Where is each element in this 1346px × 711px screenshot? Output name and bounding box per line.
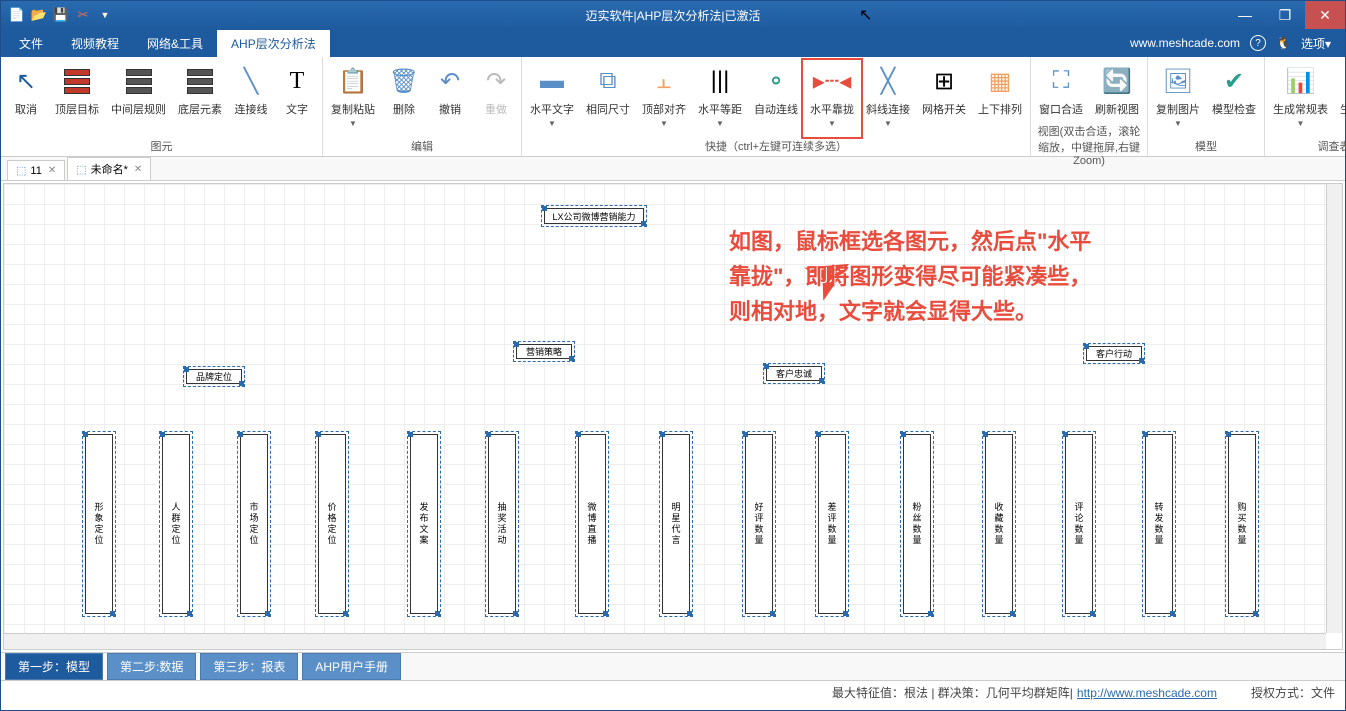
- copy-image-button[interactable]: 🖼复制图片▼: [1150, 61, 1206, 136]
- same-size-button[interactable]: ⧉相同尺寸: [580, 61, 636, 136]
- status-auth: 授权方式：文件: [1251, 684, 1335, 701]
- annotation-line-2: 靠拢"，即将图形变得尽可能紧凑些，: [729, 259, 1091, 291]
- bot-layer-button[interactable]: 底层元素: [172, 61, 228, 136]
- icon-open[interactable]: 📂: [31, 7, 47, 23]
- leaf-node[interactable]: 形象定位: [85, 434, 113, 614]
- close-button[interactable]: ✕: [1305, 1, 1345, 29]
- leaf-node[interactable]: 收藏数量: [985, 434, 1013, 614]
- node-l2b[interactable]: 营销策略: [516, 344, 572, 359]
- node-root[interactable]: LX公司微博营销能力: [544, 208, 644, 224]
- leaf-node[interactable]: 价格定位: [318, 434, 346, 614]
- group-label: 快捷（ctrl+左键可连续多选）: [524, 136, 1028, 156]
- group-label: 图元: [3, 136, 320, 156]
- connector-lines: [4, 184, 304, 334]
- tab-step1[interactable]: 第一步：模型: [5, 653, 103, 680]
- auto-connect-button[interactable]: ⚬自动连线: [748, 61, 804, 136]
- horizontal-scrollbar[interactable]: [4, 633, 1326, 649]
- maximize-button[interactable]: ❐: [1265, 1, 1305, 29]
- node-l2d[interactable]: 客户行动: [1086, 346, 1142, 361]
- leaf-node[interactable]: 人群定位: [162, 434, 190, 614]
- close-icon[interactable]: ✕: [134, 164, 142, 175]
- window-title: 迈实软件|AHP层次分析法|已激活: [586, 7, 761, 24]
- status-url[interactable]: http://www.meshcade.com: [1077, 686, 1217, 700]
- close-icon[interactable]: ✕: [48, 165, 56, 176]
- canvas-area: LX公司微博营销能力 品牌定位 营销策略 客户忠诚 客户行动 形象定位 人群定位 市…: [3, 183, 1343, 650]
- website-link[interactable]: www.meshcade.com: [1130, 36, 1240, 50]
- penguin-icon[interactable]: 🐧: [1276, 36, 1291, 50]
- cube-icon: ⬚: [76, 163, 86, 176]
- leaf-node[interactable]: 购买数量: [1228, 434, 1256, 614]
- leaf-node[interactable]: 发布文案: [410, 434, 438, 614]
- leaf-node[interactable]: 微博直播: [578, 434, 606, 614]
- tab-step3[interactable]: 第三步：报表: [200, 653, 298, 680]
- connector-button[interactable]: ╲连接线: [228, 61, 274, 136]
- leaf-node[interactable]: 市场定位: [240, 434, 268, 614]
- help-icon[interactable]: ?: [1250, 35, 1266, 51]
- titlebar: 📄 📂 💾 ✂ ▼ 迈实软件|AHP层次分析法|已激活 ↖ — ❐ ✕: [1, 1, 1345, 29]
- ribbon: ↖取消 顶层目标 中间层规则 底层元素 ╲连接线 T文字 图元 📋复制粘贴▼ 🗑…: [1, 57, 1345, 157]
- group-label: 调查表: [1267, 136, 1346, 156]
- node-l2c[interactable]: 客户忠诚: [766, 366, 822, 381]
- node-l2a[interactable]: 品牌定位: [186, 369, 242, 384]
- menu-file[interactable]: 文件: [5, 30, 57, 57]
- menu-video[interactable]: 视频教程: [57, 30, 133, 57]
- top-align-button[interactable]: ⫠顶部对齐▼: [636, 61, 692, 136]
- options-button[interactable]: 选项▾: [1301, 35, 1331, 52]
- cancel-button[interactable]: ↖取消: [3, 61, 49, 136]
- heq-button[interactable]: |||水平等距▼: [692, 61, 748, 136]
- diagonal-button[interactable]: ╳斜线连接▼: [860, 61, 916, 136]
- leaf-node[interactable]: 好评数量: [745, 434, 773, 614]
- minimize-button[interactable]: —: [1225, 1, 1265, 29]
- gen-web-button[interactable]: 🌐生成网调表▼: [1334, 61, 1346, 136]
- doc-tab-1[interactable]: ⬚11✕: [7, 160, 65, 180]
- dropdown-icon[interactable]: ▼: [97, 7, 113, 23]
- leaf-node[interactable]: 明星代言: [662, 434, 690, 614]
- htext-button[interactable]: ▬水平文字▼: [524, 61, 580, 136]
- copy-paste-button[interactable]: 📋复制粘贴▼: [325, 61, 381, 136]
- diagram-canvas[interactable]: LX公司微博营销能力 品牌定位 营销策略 客户忠诚 客户行动 形象定位 人群定位 市…: [4, 184, 1326, 633]
- leaf-node[interactable]: 转发数量: [1145, 434, 1173, 614]
- text-button[interactable]: T文字: [274, 61, 320, 136]
- model-check-button[interactable]: ✔模型检查: [1206, 61, 1262, 136]
- icon-save[interactable]: 💾: [53, 7, 69, 23]
- refresh-view-button[interactable]: 🔄刷新视图: [1089, 61, 1145, 121]
- mouse-cursor-icon: ↖: [859, 5, 872, 25]
- leaf-node[interactable]: 评论数量: [1065, 434, 1093, 614]
- cube-icon: ⬚: [16, 164, 26, 177]
- group-label: 模型: [1150, 136, 1262, 156]
- group-label: 编辑: [325, 136, 519, 156]
- status-bar: 最大特征值：根法 | 群决策：几何平均群矩阵| http://www.meshc…: [1, 680, 1345, 704]
- icon-new[interactable]: 📄: [9, 7, 25, 23]
- vertical-scrollbar[interactable]: [1326, 184, 1342, 633]
- grid-toggle-button[interactable]: ⊞网格开关: [916, 61, 972, 136]
- tab-manual[interactable]: AHP用户手册: [302, 653, 401, 680]
- annotation-line-1: 如图，鼠标框选各图元，然后点"水平: [729, 224, 1091, 256]
- group-label: 视图(双击合适，滚轮缩放，中键拖屏,右键Zoom): [1033, 121, 1145, 169]
- menu-net[interactable]: 网络&工具: [133, 30, 217, 57]
- menubar: 文件 视频教程 网络&工具 AHP层次分析法 www.meshcade.com …: [1, 29, 1345, 57]
- h-close-button[interactable]: ▸┄◂水平靠拢▼: [804, 61, 860, 136]
- leaf-node[interactable]: 粉丝数量: [903, 434, 931, 614]
- icon-tool[interactable]: ✂: [75, 7, 91, 23]
- status-text: 最大特征值：根法 | 群决策：几何平均群矩阵|: [832, 684, 1073, 701]
- undo-button[interactable]: ↶撤销: [427, 61, 473, 136]
- leaf-node[interactable]: 差评数量: [818, 434, 846, 614]
- gen-rules-button[interactable]: 📊生成常规表▼: [1267, 61, 1334, 136]
- fit-window-button[interactable]: ⛶窗口合适: [1033, 61, 1089, 121]
- tab-step2[interactable]: 第二步:数据: [107, 653, 196, 680]
- annotation-line-3: 则相对地，文字就会显得大些。: [729, 294, 1037, 326]
- mid-layer-button[interactable]: 中间层规则: [105, 61, 172, 136]
- leaf-node[interactable]: 抽奖活动: [488, 434, 516, 614]
- doc-tab-2[interactable]: ⬚未命名*✕: [67, 157, 151, 180]
- bottom-tabs: 第一步：模型 第二步:数据 第三步：报表 AHP用户手册: [1, 652, 1345, 680]
- redo-button[interactable]: ↷重做: [473, 61, 519, 136]
- top-layer-button[interactable]: 顶层目标: [49, 61, 105, 136]
- menu-ahp[interactable]: AHP层次分析法: [217, 30, 330, 57]
- delete-button[interactable]: 🗑删除: [381, 61, 427, 136]
- vsort-button[interactable]: ▦上下排列: [972, 61, 1028, 136]
